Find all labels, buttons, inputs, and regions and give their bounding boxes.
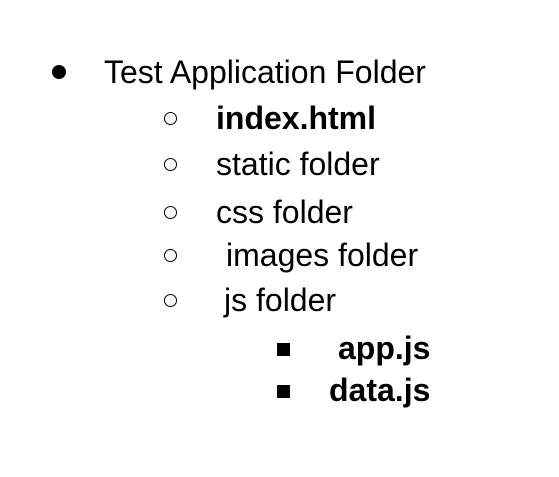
list-item-label: images folder — [226, 237, 419, 273]
bullet-circle-icon — [164, 249, 177, 262]
bullet-disc-icon — [52, 65, 66, 79]
list-item-label: css folder — [216, 194, 353, 230]
bullet-circle-icon — [164, 206, 177, 219]
list-item-css-folder: css folder — [0, 192, 559, 232]
list-item-app-js: app.js — [0, 328, 559, 368]
list-item-label: js folder — [224, 282, 337, 318]
bullet-square-icon — [277, 343, 290, 356]
list-item-label: Test Application Folder — [104, 54, 426, 90]
bullet-circle-icon — [164, 158, 177, 171]
bullet-square-icon — [277, 385, 290, 398]
bullet-circle-icon — [164, 294, 177, 307]
list-item-label: data.js — [329, 372, 431, 408]
list-item-images-folder: images folder — [0, 235, 559, 275]
list-item-label: index.html — [216, 100, 377, 136]
list-item-js-folder: js folder — [0, 280, 559, 320]
list-item-index-html: index.html — [0, 98, 559, 138]
list-item-label: static folder — [216, 146, 380, 182]
list-item-static-folder: static folder — [0, 144, 559, 184]
document-page: Test Application Folder index.html stati… — [0, 0, 559, 477]
bullet-circle-icon — [164, 112, 177, 125]
list-item-data-js: data.js — [0, 370, 559, 410]
list-item-root: Test Application Folder — [0, 52, 559, 92]
list-item-label: app.js — [338, 330, 431, 366]
